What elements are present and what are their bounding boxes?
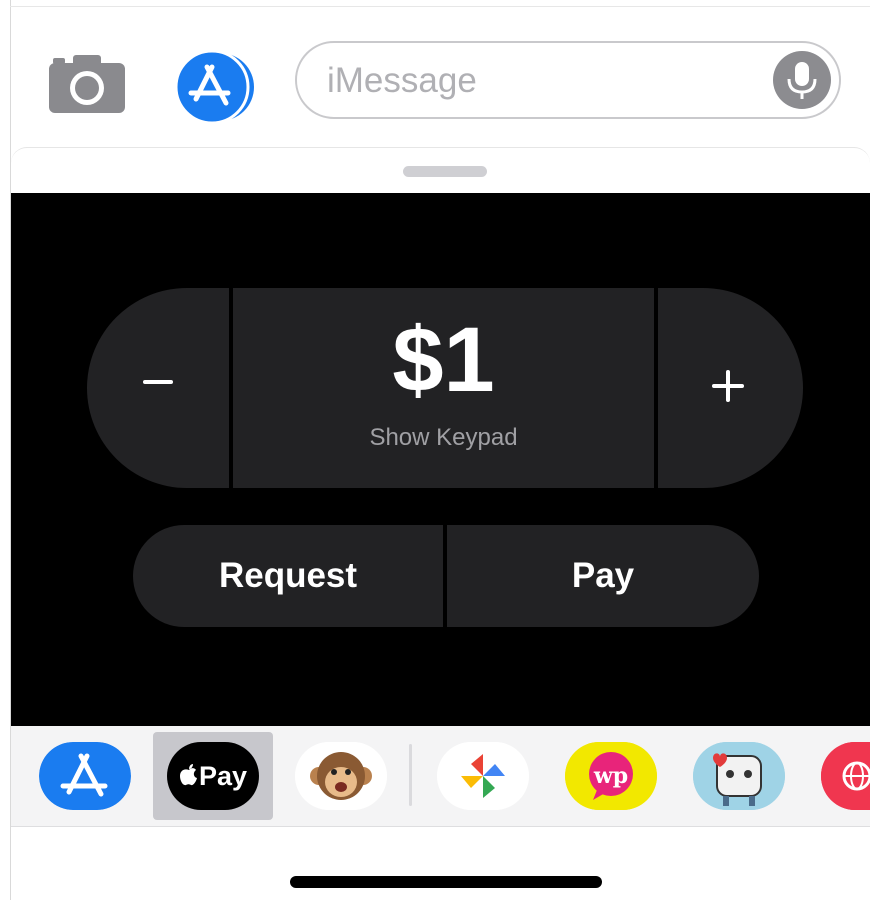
compose-bar: iMessage [11, 7, 870, 147]
pinwheel-photos-icon [437, 742, 529, 810]
camera-button[interactable] [47, 51, 127, 115]
amount-stepper: $1 Show Keypad [87, 288, 803, 488]
ghost-sticker-app-button[interactable] [693, 742, 785, 810]
minus-icon [143, 380, 173, 384]
plus-icon-vertical-stroke [726, 370, 730, 402]
apple-pay-label: Pay [167, 742, 259, 810]
photos-app-button[interactable] [437, 742, 529, 810]
drawer-grabber[interactable] [403, 166, 487, 177]
animoji-app-button[interactable] [295, 742, 387, 810]
show-keypad-label: Show Keypad [369, 424, 518, 451]
imessage-placeholder: iMessage [327, 61, 477, 100]
home-indicator[interactable] [290, 876, 602, 888]
app-store-icon [174, 49, 254, 125]
app-drawer-header [11, 147, 870, 194]
svg-text:wp: wp [593, 763, 628, 789]
app-strip: Pay wp [11, 726, 870, 827]
globe-app-button[interactable] [821, 742, 870, 810]
request-button[interactable]: Request [133, 525, 443, 627]
decrease-amount-button[interactable] [87, 288, 229, 488]
app-store-app-button[interactable] [39, 742, 131, 810]
increase-amount-button[interactable] [658, 288, 803, 488]
app-store-button[interactable] [174, 49, 264, 125]
app-store-icon [39, 742, 131, 810]
apple-logo-icon [179, 744, 199, 810]
payment-actions: Request Pay [133, 525, 759, 627]
globe-app-icon [821, 742, 870, 810]
imessage-input[interactable]: iMessage [295, 41, 841, 119]
microphone-button[interactable] [773, 51, 831, 109]
wp-sticker-app-button[interactable]: wp [565, 742, 657, 810]
amount-display[interactable]: $1 Show Keypad [233, 288, 654, 488]
camera-icon [49, 55, 125, 113]
microphone-icon [787, 62, 817, 99]
monkey-animoji-icon [295, 742, 387, 810]
app-strip-divider [409, 744, 412, 806]
apple-pay-app-button[interactable]: Pay [167, 742, 259, 810]
apple-pay-text: Pay [198, 761, 248, 791]
pay-button[interactable]: Pay [447, 525, 759, 627]
wp-sticker-icon: wp [565, 742, 657, 810]
ghost-sticker-icon [693, 742, 785, 810]
apple-pay-panel: $1 Show Keypad Request Pay [11, 193, 870, 726]
amount-value: $1 [392, 309, 495, 411]
